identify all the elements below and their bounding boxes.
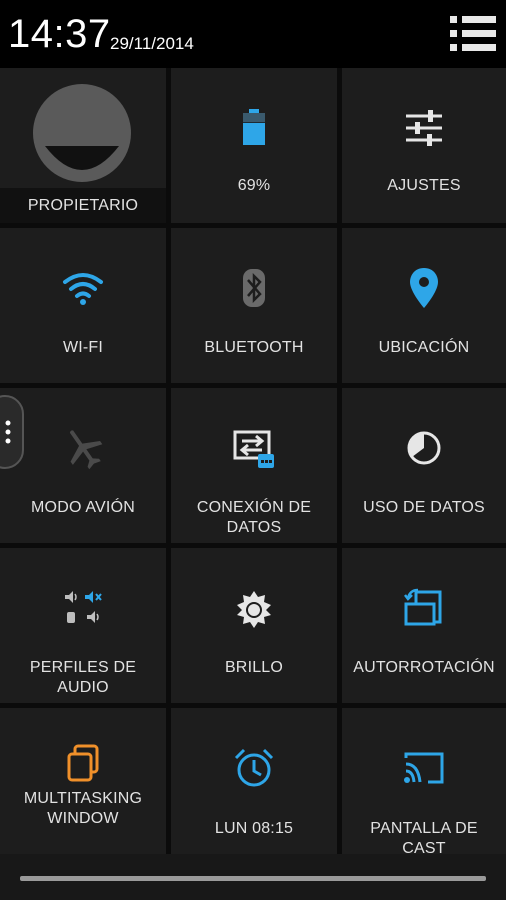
audio-profiles-icon: [65, 591, 102, 623]
autorotate-icon: [404, 588, 442, 626]
bluetooth-icon: [243, 269, 265, 307]
tile-data-connection-label-2: DATOS: [226, 519, 282, 536]
tile-wifi-label: WI-FI: [62, 339, 104, 356]
avatar: [33, 84, 131, 182]
tile-bluetooth[interactable]: BLUETOOTH: [171, 228, 337, 383]
tile-bluetooth-label: BLUETOOTH: [204, 339, 304, 356]
tile-brightness-label: BRILLO: [224, 659, 284, 676]
tile-location[interactable]: UBICACIÓN: [342, 228, 506, 383]
tile-owner[interactable]: PROPIETARIO: [0, 68, 166, 223]
tile-location-label: UBICACIÓN: [378, 339, 470, 356]
cast-icon: [404, 752, 444, 784]
brightness-icon: [237, 591, 271, 628]
tile-audio-profiles[interactable]: PERFILES DE AUDIO: [0, 548, 166, 703]
tile-data-connection-label-1: CONEXIÓN DE: [196, 499, 312, 516]
tile-data-connection[interactable]: CONEXIÓN DE DATOS: [171, 388, 337, 543]
tile-alarm-label: LUN 08:15: [214, 820, 294, 837]
clock: 14:37: [8, 12, 111, 56]
tile-multitasking-label-2: WINDOW: [47, 810, 119, 827]
tile-audio-profiles-label-1: PERFILES DE: [29, 659, 137, 676]
tile-autorotate-label: AUTORROTACIÓN: [353, 659, 495, 676]
tile-audio-profiles-label-2: AUDIO: [57, 679, 109, 696]
tile-multitasking[interactable]: MULTITASKING WINDOW: [0, 708, 166, 854]
sliders-icon: [406, 110, 442, 146]
data-connection-icon: [233, 430, 274, 468]
tile-data-usage[interactable]: USO DE DATOS: [342, 388, 506, 543]
tile-multitasking-label-1: MULTITASKING: [23, 790, 143, 807]
tile-cast-label-1: PANTALLA DE: [370, 820, 478, 837]
tile-wifi[interactable]: WI-FI: [0, 228, 166, 383]
alarm-clock-icon: [234, 748, 274, 787]
tile-owner-label: PROPIETARIO: [27, 197, 139, 214]
multitasking-window-icon: [67, 744, 99, 782]
tile-brightness[interactable]: BRILLO: [171, 548, 337, 703]
panel-bottom-bar[interactable]: [0, 854, 506, 900]
tile-airplane[interactable]: MODO AVIÓN: [0, 388, 166, 543]
date: 29/11/2014: [110, 34, 194, 53]
tile-settings-label: AJUSTES: [387, 177, 461, 194]
tile-airplane-label: MODO AVIÓN: [31, 499, 135, 516]
tile-data-usage-label: USO DE DATOS: [363, 499, 485, 516]
tile-battery-label: 69%: [237, 177, 271, 194]
side-panel-handle[interactable]: [0, 395, 24, 469]
drag-handle[interactable]: [20, 876, 486, 881]
quick-settings-grid: PROPIETARIO 69% AJUSTES WI-FI BLUETOOTH …: [0, 68, 506, 857]
more-dots-icon: [5, 420, 11, 444]
battery-icon: [243, 109, 265, 145]
data-usage-icon: [407, 431, 441, 465]
tile-battery[interactable]: 69%: [171, 68, 337, 223]
tile-cast[interactable]: PANTALLA DE CAST: [342, 708, 506, 857]
wifi-icon: [63, 273, 103, 305]
list-view-icon[interactable]: [450, 14, 496, 54]
location-pin-icon: [410, 268, 438, 308]
tile-alarm[interactable]: LUN 08:15: [171, 708, 337, 854]
tile-settings[interactable]: AJUSTES: [342, 68, 506, 223]
airplane-icon: [69, 430, 103, 470]
status-bar: 14:37 29/11/2014: [0, 0, 506, 68]
tile-autorotate[interactable]: AUTORROTACIÓN: [342, 548, 506, 703]
